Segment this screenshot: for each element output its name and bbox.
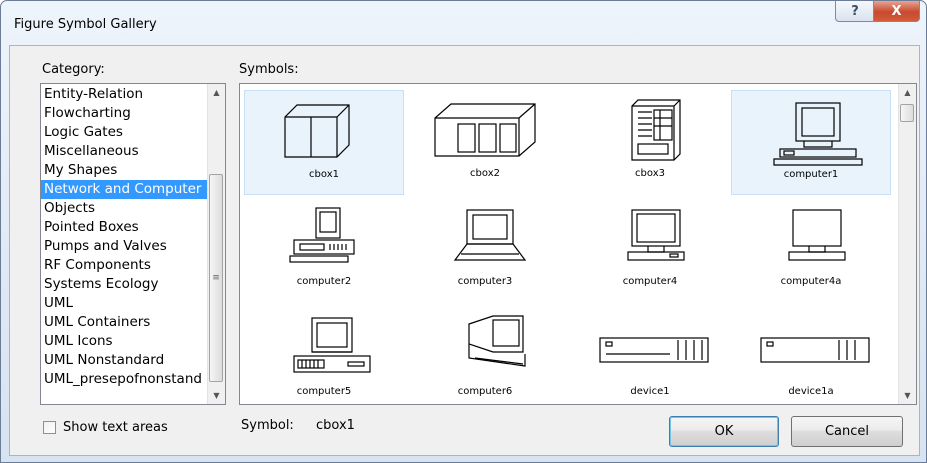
computer5-icon [293,317,371,373]
title-bar[interactable]: Figure Symbol Gallery ? X [1,1,926,45]
help-icon: ? [851,3,859,19]
category-item[interactable]: RF Components [41,256,225,275]
scroll-up-icon[interactable]: ▲ [208,84,225,101]
symbol-label: cbox3 [635,168,665,179]
symbol-gallery[interactable]: cbox1 cbox2 cbox3 computer1 computer2 compute… [239,83,917,405]
device1-icon [599,337,709,363]
scroll-thumb[interactable] [900,104,914,122]
symbol-tile-cbox1[interactable]: cbox1 [244,90,404,195]
show-text-areas-label: Show text areas [63,420,168,435]
window-title: Figure Symbol Gallery [14,17,157,32]
category-item[interactable]: Miscellaneous [41,142,225,161]
symbol-label: computer4 [622,276,678,287]
symbol-tile-device1[interactable]: device1 [570,308,730,404]
symbol-tile-computer4[interactable]: computer4 [570,198,730,303]
symbol-label: device1 [630,386,670,397]
computer2-icon [289,207,355,263]
close-icon: X [891,3,902,19]
category-item[interactable]: Pointed Boxes [41,218,225,237]
symbol-tile-cbox3[interactable]: cbox3 [570,90,730,195]
scroll-thumb[interactable]: ≡ [209,174,223,382]
cbox1-icon [284,104,350,158]
symbol-label: computer6 [457,386,513,397]
symbol-label: computer4a [780,276,842,287]
category-item[interactable]: UML Icons [41,332,225,351]
category-item[interactable]: UML_presepofnonstand [41,370,225,389]
category-item[interactable]: Objects [41,199,225,218]
computer1-icon [773,102,863,166]
category-item[interactable]: UML Containers [41,313,225,332]
gallery-scrollbar[interactable]: ▲ ▼ [898,84,916,404]
symbol-tile-computer5[interactable]: computer5 [244,308,404,404]
scroll-down-icon[interactable]: ▼ [899,387,916,404]
category-item[interactable]: Logic Gates [41,123,225,142]
category-item[interactable]: My Shapes [41,161,225,180]
dialog-window: Figure Symbol Gallery ? X Category: Symb… [0,0,927,463]
category-list[interactable]: Entity-Relation Flowcharting Logic Gates Mi… [40,83,226,405]
symbol-label: computer2 [296,276,352,287]
scroll-down-icon[interactable]: ▼ [208,387,225,404]
symbol-tile-computer6[interactable]: computer6 [405,308,565,404]
cbox3-icon [631,99,681,161]
symbol-label: device1a [788,386,834,397]
computer4-icon [627,209,685,261]
category-item[interactable]: Entity-Relation [41,85,225,104]
category-item[interactable]: UML Nonstandard [41,351,225,370]
category-item[interactable]: Network and Computer [41,180,208,199]
help-button[interactable]: ? [835,1,875,22]
symbols-label: Symbols: [239,62,299,77]
show-text-areas-checkbox[interactable] [43,421,56,434]
cbox2-icon [434,103,536,157]
ok-button[interactable]: OK [669,416,779,447]
symbol-tile-computer2[interactable]: computer2 [244,198,404,303]
category-item[interactable]: Pumps and Valves [41,237,225,256]
symbol-readout-label: Symbol: [241,418,294,433]
symbol-label: computer1 [783,169,839,180]
category-item[interactable]: Flowcharting [41,104,225,123]
symbol-tile-computer4a[interactable]: computer4a [731,198,891,303]
scroll-up-icon[interactable]: ▲ [899,84,916,101]
category-item[interactable]: UML [41,294,225,313]
symbol-label: computer3 [457,276,513,287]
dialog-body: Category: Symbols: Entity-Relation Flowch… [9,45,920,456]
symbol-label: computer5 [296,386,352,397]
computer3-icon [453,209,527,261]
cancel-button[interactable]: Cancel [791,416,903,447]
symbol-tile-computer3[interactable]: computer3 [405,198,565,303]
close-button[interactable]: X [873,1,920,22]
computer4a-icon [788,209,846,261]
device1a-icon [760,337,870,363]
category-item[interactable]: Systems Ecology [41,275,225,294]
symbol-tile-device1a[interactable]: device1a [731,308,891,404]
computer6-icon [468,315,526,367]
category-scrollbar[interactable]: ▲ ≡ ▼ [207,84,225,404]
symbol-tile-cbox2[interactable]: cbox2 [405,90,565,195]
symbol-readout-value: cbox1 [316,418,355,433]
symbol-label: cbox1 [309,169,339,180]
symbol-tile-computer1[interactable]: computer1 [731,90,891,195]
category-label: Category: [42,62,105,77]
symbol-label: cbox2 [470,168,500,179]
